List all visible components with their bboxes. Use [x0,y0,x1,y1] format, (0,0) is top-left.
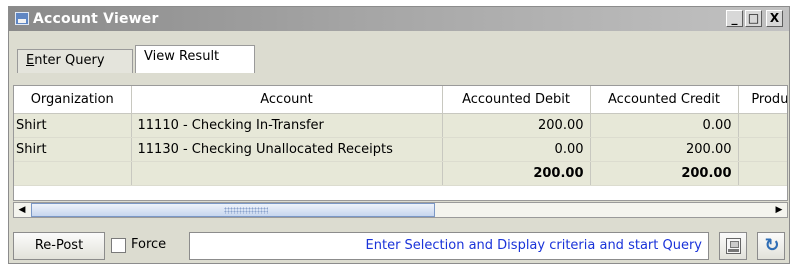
header-row: Organization Account Accounted Debit Acc… [14,86,787,114]
status-message: Enter Selection and Display criteria and… [189,232,709,260]
print-icon [726,238,741,254]
column-header-product[interactable]: Product [738,86,787,114]
tab-enter-query-label: nter Query [34,53,105,68]
cell-organization[interactable]: Shirt [14,137,132,162]
total-account [131,161,443,186]
refresh-icon: ↻ [764,235,780,256]
totals-row: 200.00 200.00 [14,161,787,186]
force-checkbox[interactable] [111,238,126,253]
close-button[interactable]: X [766,10,783,27]
status-bar: Re-Post Force Enter Selection and Displa… [13,231,788,261]
tab-strip: Enter Query View Result [13,45,788,73]
column-header-organization[interactable]: Organization [14,86,132,114]
cell-accounted-debit[interactable]: 0.00 [442,137,591,162]
result-grid[interactable]: Organization Account Accounted Debit Acc… [13,85,788,201]
force-label: Force [131,237,167,252]
cell-product[interactable] [738,113,787,138]
scroll-left-icon[interactable]: ◀ [14,203,30,217]
cell-accounted-debit[interactable]: 200.00 [442,113,591,138]
cell-account[interactable]: 11130 - Checking Unallocated Receipts [131,137,443,162]
table-row[interactable]: Shirt 11110 - Checking In-Transfer 200.0… [14,113,787,138]
total-accounted-debit: 200.00 [442,161,591,186]
cell-account[interactable]: 11110 - Checking In-Transfer [131,113,443,138]
tab-enter-query-mnemonic: E [26,53,35,68]
column-header-accounted-debit[interactable]: Accounted Debit [442,86,591,114]
total-product [738,161,787,186]
total-accounted-credit: 200.00 [590,161,739,186]
cell-accounted-credit[interactable]: 0.00 [590,113,739,138]
cell-organization[interactable]: Shirt [14,113,132,138]
scroll-right-icon[interactable]: ▶ [771,203,787,217]
cell-product[interactable] [738,137,787,162]
table-row[interactable]: Shirt 11130 - Checking Unallocated Recei… [14,137,787,162]
window-icon [15,12,29,25]
title-bar[interactable]: Account Viewer _ □ X [9,7,789,31]
tab-enter-query[interactable]: Enter Query [17,49,133,73]
column-header-accounted-credit[interactable]: Accounted Credit [590,86,739,114]
window-title: Account Viewer [33,11,159,27]
minimize-button[interactable]: _ [726,10,743,27]
scroll-grip-icon [224,207,268,214]
account-viewer-window: Account Viewer _ □ X Enter Query View Re… [8,6,790,264]
repost-button[interactable]: Re-Post [13,232,105,260]
column-header-account[interactable]: Account [131,86,443,114]
scroll-thumb[interactable] [31,203,435,217]
horizontal-scrollbar[interactable]: ◀ ▶ [13,202,788,218]
total-organization [14,161,132,186]
tab-view-result[interactable]: View Result [135,45,255,73]
print-button[interactable] [719,232,747,260]
maximize-button[interactable]: □ [745,10,762,27]
cell-accounted-credit[interactable]: 200.00 [590,137,739,162]
refresh-button[interactable]: ↻ [757,232,785,260]
